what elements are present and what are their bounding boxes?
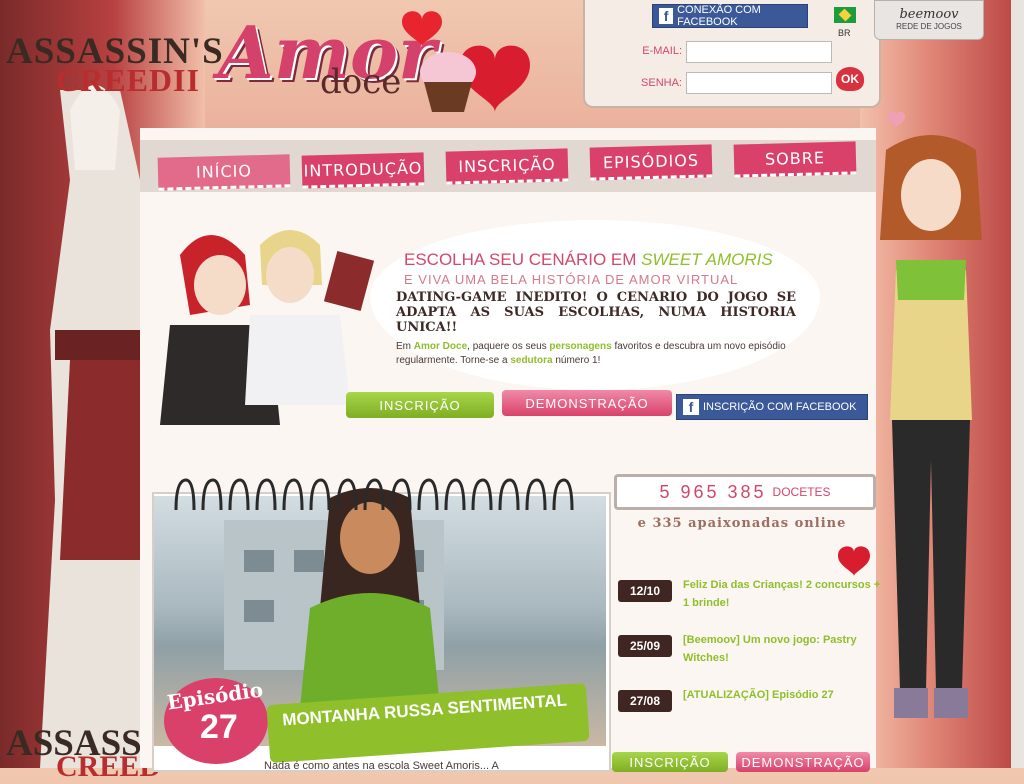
hero-title-prefix: ESCOLHA SEU CENÁRIO EM bbox=[404, 250, 637, 269]
hero-text-brand: Amor Doce bbox=[413, 341, 468, 352]
language-label: BR bbox=[838, 28, 851, 38]
bottom-signup-button[interactable]: INSCRIÇÃO bbox=[612, 752, 728, 772]
site-logo-sub: doce bbox=[320, 62, 402, 102]
bottom-demo-button[interactable]: DEMONSTRAÇÃO bbox=[736, 752, 870, 772]
right-character-illustration bbox=[880, 135, 982, 718]
news-date: 25/09 bbox=[618, 635, 672, 657]
password-field[interactable] bbox=[686, 72, 832, 94]
ad-subtitle: CREEDII bbox=[56, 62, 200, 98]
news-date: 27/08 bbox=[618, 690, 672, 712]
login-ok-button[interactable]: OK bbox=[836, 67, 864, 91]
small-heart-icon bbox=[887, 111, 905, 128]
cupcake-heart-icon bbox=[402, 11, 530, 112]
hero-description: Em Amor Doce, paquere os seus personagen… bbox=[396, 340, 796, 368]
hero-text-1: Em bbox=[396, 341, 411, 352]
nav-item-episodios[interactable]: EPISÓDIOS bbox=[589, 144, 713, 181]
news-link[interactable]: Feliz Dia das Crianças! 2 concursos + 1 … bbox=[683, 576, 883, 612]
nav-item-inicio[interactable]: INÍCIO bbox=[157, 154, 291, 191]
signup-button[interactable]: INSCRIÇÃO bbox=[346, 392, 494, 418]
news-date: 12/10 bbox=[618, 580, 672, 602]
nav-item-sobre[interactable]: SOBRE bbox=[733, 141, 857, 178]
facebook-icon: f bbox=[659, 8, 674, 24]
hero-text-seductress: sedutora bbox=[510, 355, 553, 366]
episode-girl-illustration bbox=[300, 488, 440, 708]
online-count: e 335 apaixonadas online bbox=[637, 516, 847, 531]
members-count-suffix: DOCETES bbox=[772, 485, 831, 499]
hero-text-4: número 1! bbox=[555, 355, 601, 366]
brazil-flag-icon[interactable] bbox=[834, 7, 856, 23]
nav-item-introducao[interactable]: INTRODUÇÃO bbox=[301, 152, 425, 189]
beemoov-network-button[interactable]: beemoov REDE DE JOGOS bbox=[874, 0, 984, 40]
notebook-rings-graphic bbox=[174, 478, 574, 511]
password-label: SENHA: bbox=[641, 77, 682, 89]
news-link[interactable]: [ATUALIZAÇÃO] Episódio 27 bbox=[683, 686, 883, 704]
notebook-rings bbox=[168, 470, 588, 520]
facebook-signup-label: INSCRIÇÃO COM FACEBOOK bbox=[703, 401, 857, 413]
email-field[interactable] bbox=[686, 41, 832, 63]
beemoov-sub: REDE DE JOGOS bbox=[896, 22, 962, 31]
hero-subtitle: E VIVA UMA BELA HISTÓRIA DE AMOR VIRTUAL bbox=[404, 272, 739, 287]
facebook-connect-button[interactable]: f CONEXÃO COM FACEBOOK bbox=[652, 4, 808, 28]
facebook-icon: f bbox=[683, 399, 699, 415]
hero-headline: DATING-GAME INEDITO! O CENARIO DO JOGO S… bbox=[396, 290, 796, 335]
hero-title: ESCOLHA SEU CENÁRIO EM SWEET AMORIS bbox=[404, 250, 773, 270]
vertical-scrollbar[interactable] bbox=[1011, 0, 1024, 768]
facebook-signup-button[interactable]: f INSCRIÇÃO COM FACEBOOK bbox=[676, 394, 868, 420]
episode-number: 27 bbox=[200, 708, 238, 746]
email-label: E-MAIL: bbox=[642, 45, 682, 57]
hero-title-brand: SWEET AMORIS bbox=[641, 250, 773, 269]
nav-item-inscricao[interactable]: INSCRIÇÃO bbox=[445, 148, 569, 185]
facebook-connect-label: CONEXÃO COM FACEBOOK bbox=[677, 4, 761, 28]
demo-button[interactable]: DEMONSTRAÇÃO bbox=[502, 390, 672, 416]
members-count: 5 965 385 bbox=[659, 481, 767, 502]
hero-text-characters: personagens bbox=[549, 341, 612, 352]
beemoov-brand: beemoov bbox=[899, 7, 959, 22]
news-link[interactable]: [Beemoov] Um novo jogo: Pastry Witches! bbox=[683, 631, 883, 667]
members-counter: 5 965 385 DOCETES bbox=[614, 474, 876, 510]
episode-text: Nada é como antes na escola Sweet Amoris… bbox=[264, 760, 499, 772]
hero-text-2: , paquere os seus bbox=[467, 341, 547, 352]
heart-icon bbox=[838, 546, 870, 576]
